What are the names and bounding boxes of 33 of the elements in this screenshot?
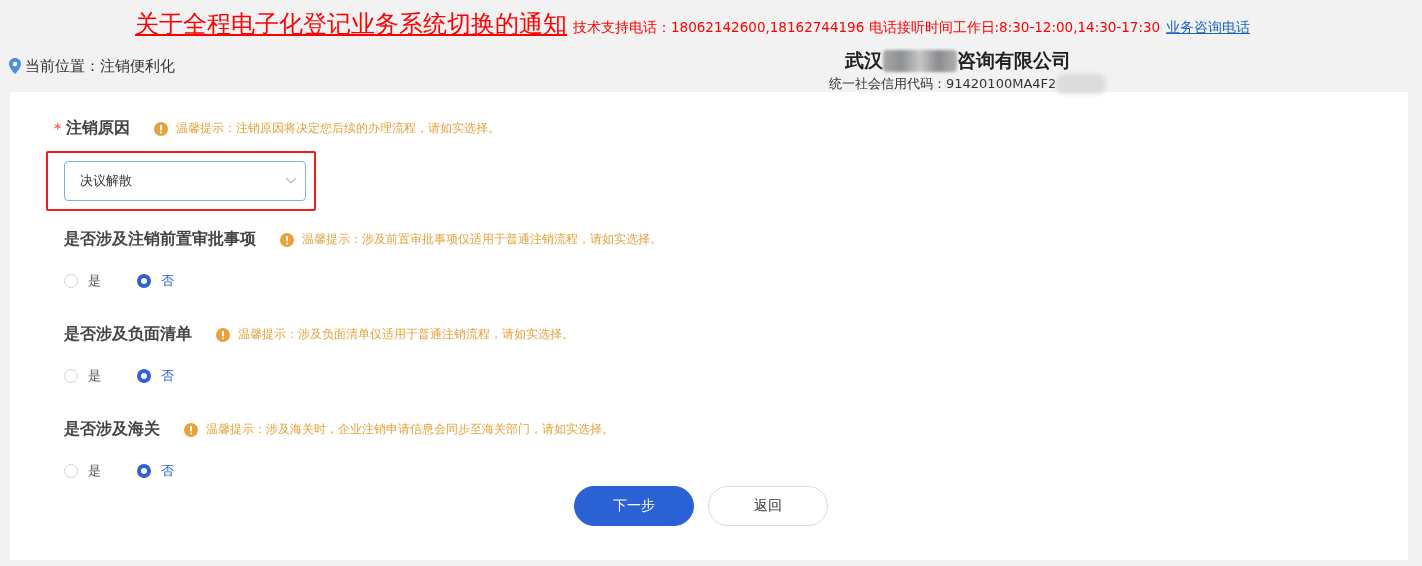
- hint-text: 温馨提示：注销原因将决定您后续的办理流程，请如实选择。: [176, 120, 501, 137]
- location-pin-icon: [9, 58, 21, 74]
- warning-icon: [184, 422, 198, 437]
- back-button[interactable]: 返回: [708, 486, 828, 526]
- radio-option[interactable]: 是: [64, 367, 101, 385]
- radio-option[interactable]: 是: [64, 272, 101, 290]
- company-name: 武汉: [845, 48, 883, 73]
- question-label: 是否涉及注销前置审批事项: [64, 229, 256, 250]
- warning-icon: [280, 232, 294, 247]
- radio-circle[interactable]: [137, 369, 151, 383]
- next-button[interactable]: 下一步: [574, 486, 694, 526]
- credit-code: 统一社会信用代码：91420100MA4F2: [829, 75, 1057, 93]
- radio-option[interactable]: 是: [64, 462, 101, 480]
- radio-option[interactable]: 否: [137, 367, 174, 385]
- radio-circle[interactable]: [137, 464, 151, 478]
- radio-option[interactable]: 否: [137, 462, 174, 480]
- breadcrumb: 当前位置：注销便利化: [25, 56, 175, 76]
- consult-link[interactable]: 业务咨询电话: [1166, 19, 1251, 40]
- question-label: 是否涉及海关: [64, 419, 160, 440]
- radio-option[interactable]: 否: [137, 272, 174, 290]
- field-label: * 注销原因: [54, 118, 131, 139]
- notice-link[interactable]: 关于全程电子化登记业务系统切换的通知: [135, 8, 567, 40]
- warning-icon: [216, 327, 230, 342]
- company-name: 咨询有限公司: [957, 48, 1071, 73]
- hint-text: 温馨提示：涉及负面清单仅适用于普通注销流程，请如实选择。: [238, 326, 574, 343]
- support-info: 技术支持电话：18062142600,18162744196 电话接听时间工作日:8:30-12:00,14:30-17:30: [573, 19, 1161, 37]
- hint-text: 温馨提示：涉及海关时，企业注销申请信息会同步至海关部门，请如实选择。: [206, 421, 614, 438]
- question-label: 是否涉及负面清单: [64, 324, 192, 345]
- hint-text: 温馨提示：涉及前置审批事项仅适用于普通注销流程，请如实选择。: [302, 231, 662, 248]
- reason-select[interactable]: 决议解散: [64, 161, 306, 201]
- chevron-down-icon: [285, 177, 297, 185]
- radio-circle[interactable]: [137, 274, 151, 288]
- warning-icon: [154, 121, 169, 136]
